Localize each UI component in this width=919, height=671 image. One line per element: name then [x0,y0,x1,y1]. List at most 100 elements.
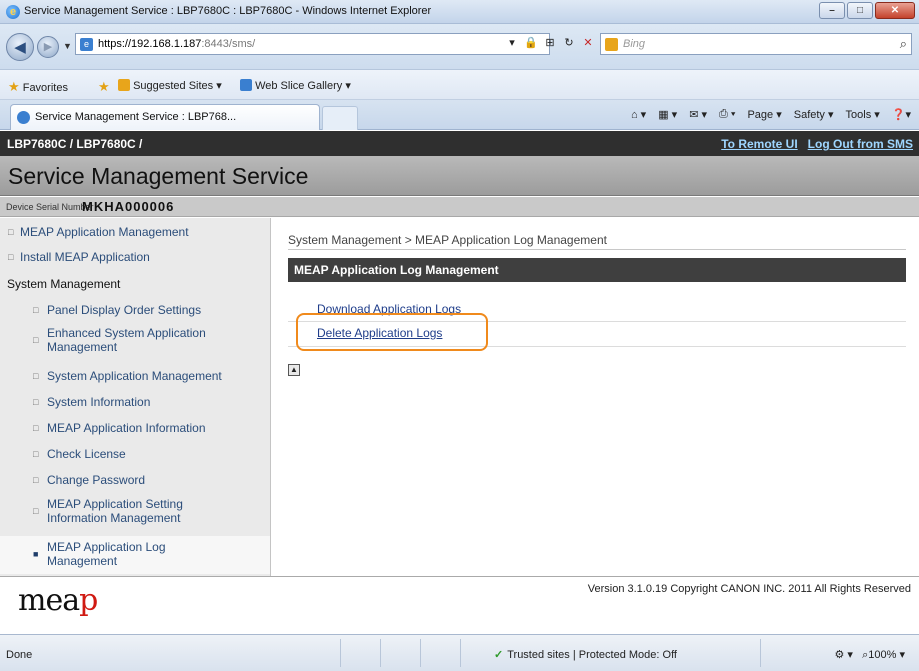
forward-button[interactable]: ▶ [37,36,59,58]
divider [460,639,461,667]
back-to-top-icon[interactable]: ▲ [288,364,300,376]
bullet-icon: □ [33,423,39,433]
bullet-icon: □ [8,227,14,237]
sidebar-item-system-information[interactable]: □ System Information [0,395,270,411]
content-breadcrumb: System Management > MEAP Application Log… [288,233,607,247]
web-slice-icon [240,79,252,91]
web-page: LBP7680C / LBP7680C / To Remote UI Log O… [0,131,919,633]
sidebar-item-meap-application-management[interactable]: □ MEAP Application Management [0,225,270,241]
address-toolbar: ◀ ▶ ▼ e https://192.168.1.187:8443/sms/ … [0,24,919,70]
web-slice-gallery-button[interactable]: Web Slice Gallery ▾ [240,79,351,92]
star-icon: ★ [8,79,20,94]
suggested-sites-icon [118,79,130,91]
callout-highlight [296,313,488,351]
refresh-icon[interactable]: ↻ [562,36,576,50]
serial-value: MKHA000006 [82,199,175,214]
compatibility-icon[interactable]: ⊞ [543,36,557,50]
sidebar-item-panel-display-order-settings[interactable]: □ Panel Display Order Settings [0,303,270,319]
selected-bullet-icon: ■ [33,549,39,559]
safety-menu[interactable]: Safety ▾ [794,108,834,121]
divider [288,249,906,250]
bullet-icon: □ [33,397,39,407]
meap-logo: meap [18,583,98,618]
window-title: Service Management Service : LBP7680C : … [24,5,432,17]
bing-icon [605,38,618,51]
serial-bar: Device Serial Number MKHA000006 [0,197,919,217]
bullet-icon: □ [33,449,39,459]
page-icon: e [80,38,93,51]
tools-menu[interactable]: Tools ▾ [846,108,880,121]
address-tools: ▾ 🔒 ⊞ ↻ ✕ [505,36,595,50]
maximize-button[interactable]: □ [847,2,873,19]
sidebar-item-change-password[interactable]: □ Change Password [0,473,270,489]
suggested-sites-button[interactable]: Suggested Sites ▾ [118,79,222,92]
window-titlebar: e Service Management Service : LBP7680C … [0,0,919,24]
remote-ui-link[interactable]: To Remote UI [721,137,797,151]
zoom-level[interactable]: ⚙ ▾ ⌕100% ▾ [834,648,905,662]
page-title: Service Management Service [8,163,309,189]
mail-icon[interactable]: ✉ ▾ [689,108,707,121]
sidebar-item-meap-application-information[interactable]: □ MEAP Application Information [0,421,270,437]
header-links: To Remote UI Log Out from SMS [721,137,913,151]
new-tab-button[interactable] [322,106,358,130]
tab-label: Service Management Service : LBP768... [35,111,237,123]
device-breadcrumb: LBP7680C / LBP7680C / [7,137,143,151]
page-menu[interactable]: Page ▾ [747,108,781,121]
bullet-icon: □ [33,335,39,345]
bullet-icon: □ [8,252,14,262]
feeds-icon[interactable]: ▦ ▾ [658,108,677,121]
help-icon[interactable]: ❓▾ [892,108,911,121]
search-icon[interactable]: ⌕ [900,36,907,52]
ie-logo-icon: e [6,5,20,19]
url-text[interactable]: https://192.168.1.187:8443/sms/ [98,38,255,50]
logout-link[interactable]: Log Out from SMS [808,137,913,151]
status-text: Done [6,649,33,661]
status-bar: Done ✓ Trusted sites | Protected Mode: Of… [0,634,919,671]
home-icon[interactable]: ⌂ ▾ [631,108,646,121]
divider [340,639,341,667]
sidebar-item-meap-application-setting-information-management[interactable]: □ MEAP Application Setting Information M… [0,497,270,527]
lock-icon[interactable]: 🔒 [524,36,538,50]
sidebar-item-enhanced-system-application-management[interactable]: □ Enhanced System Application Management [0,326,270,356]
sidebar-heading-system-management: System Management [7,277,121,291]
bullet-icon: □ [33,475,39,485]
title-band: Service Management Service [0,156,919,196]
minimize-button[interactable]: – [819,2,845,19]
address-dropdown-icon[interactable]: ▾ [505,36,519,50]
sidebar-item-meap-application-log-management[interactable]: ■ MEAP Application Log Management [0,536,270,574]
add-favorite-icon[interactable]: ★ [98,79,110,95]
sidebar: □ MEAP Application Management □ Install … [0,218,271,576]
divider [420,639,421,667]
address-field[interactable]: e https://192.168.1.187:8443/sms/ [75,33,550,55]
command-bar: ⌂ ▾ ▦ ▾ ✉ ▾ ⎙ ▾ Page ▾ Safety ▾ Tools ▾ … [631,108,911,121]
favorites-bar: ★ Favorites ★ Suggested Sites ▾ Web Slic… [0,70,919,100]
back-button[interactable]: ◀ [6,33,34,61]
sidebar-item-check-license[interactable]: □ Check License [0,447,270,463]
sidebar-item-system-application-management[interactable]: □ System Application Management [0,369,270,385]
tab-current[interactable]: Service Management Service : LBP768... [10,104,320,130]
search-input[interactable]: Bing ⌕ [600,33,912,55]
bullet-icon: □ [33,371,39,381]
serial-label: Device Serial Number [6,202,94,212]
device-header: LBP7680C / LBP7680C / To Remote UI Log O… [0,131,919,156]
tab-favicon-icon [17,111,30,124]
tab-row: Service Management Service : LBP768... ⌂… [0,100,919,130]
close-button[interactable]: ✕ [875,2,915,19]
favorites-button[interactable]: ★ Favorites [8,79,68,95]
divider [760,639,761,667]
window-controls: – □ ✕ [819,2,915,19]
version-text: Version 3.1.0.19 Copyright CANON INC. 20… [587,583,911,595]
divider [380,639,381,667]
bullet-icon: □ [33,506,39,516]
bullet-icon: □ [33,305,39,315]
stop-icon[interactable]: ✕ [581,36,595,50]
check-icon: ✓ [494,649,504,661]
print-icon[interactable]: ⎙ ▾ [719,108,735,121]
sidebar-item-install-meap-application[interactable]: □ Install MEAP Application [0,250,270,266]
security-zone[interactable]: ✓ Trusted sites | Protected Mode: Off [494,648,677,661]
settings-icon: ⚙ ▾ [834,649,853,661]
page-footer: meap Version 3.1.0.19 Copyright CANON IN… [0,576,919,631]
search-placeholder: Bing [623,38,646,50]
history-dropdown-icon[interactable]: ▼ [63,41,72,51]
section-title: MEAP Application Log Management [288,258,906,282]
